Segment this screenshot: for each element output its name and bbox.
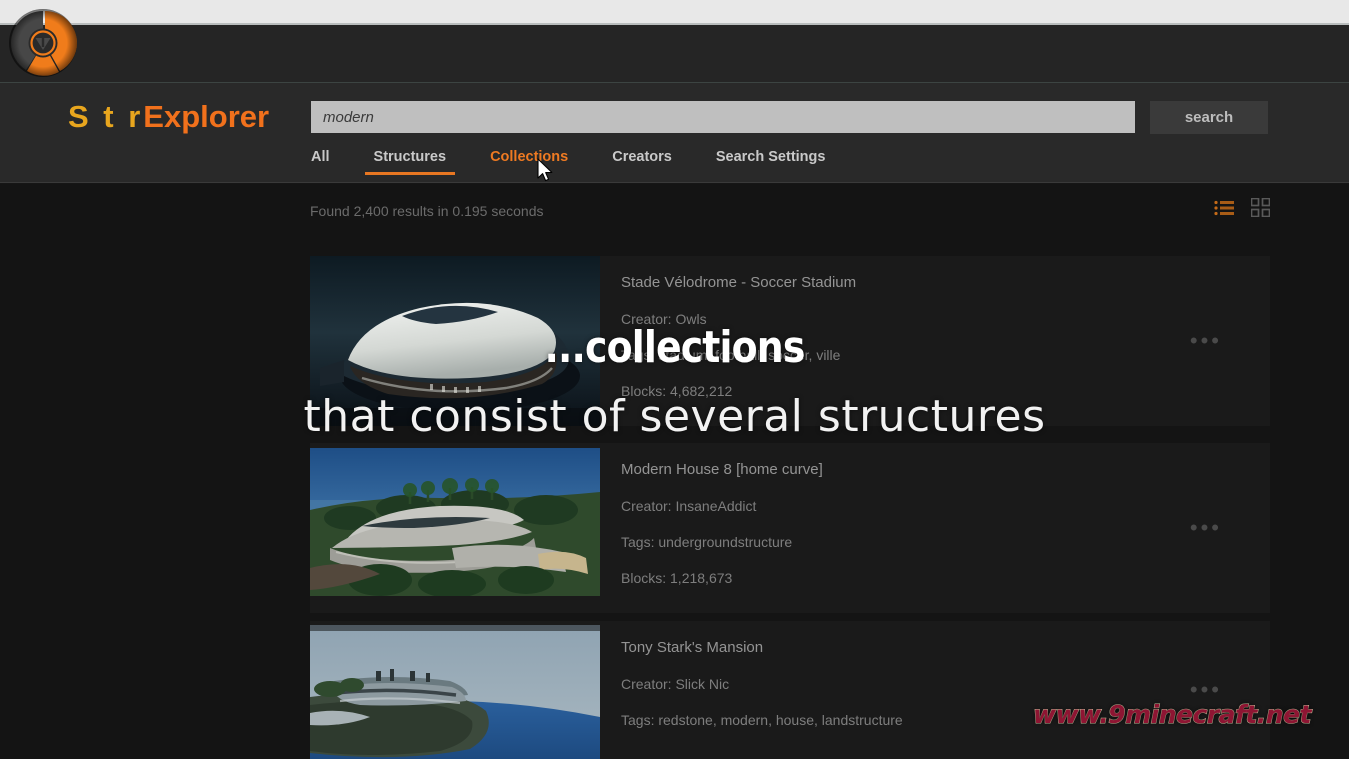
result-title: Modern House 8 [home curve]: [621, 461, 823, 478]
nav-item-search-settings[interactable]: Search Settings: [716, 146, 826, 175]
nav-item-all[interactable]: All: [311, 146, 330, 175]
modern-house-thumbnail[interactable]: [310, 448, 600, 596]
result-row[interactable]: Stade Vélodrome - Soccer Stadium Creator…: [310, 256, 1270, 426]
result-row[interactable]: Modern House 8 [home curve] Creator: Ins…: [310, 443, 1270, 613]
result-meta: Tony Stark's Mansion Creator: Slick Nic …: [621, 639, 903, 728]
result-title: Tony Stark's Mansion: [621, 639, 903, 656]
result-creator: Creator: InsaneAddict: [621, 498, 823, 514]
result-row[interactable]: Tony Stark's Mansion Creator: Slick Nic …: [310, 621, 1270, 759]
stadium-thumbnail[interactable]: [310, 256, 600, 426]
result-creator: Creator: Slick Nic: [621, 676, 903, 692]
cliff-mansion-thumbnail[interactable]: [310, 625, 600, 759]
result-creator: Creator: Owls: [621, 311, 856, 327]
result-tags: Tags: undergroundstructure: [621, 534, 823, 550]
result-meta: Stade Vélodrome - Soccer Stadium Creator…: [621, 274, 856, 399]
view-mode-toggles: [1214, 198, 1270, 217]
more-options-icon[interactable]: •••: [1190, 679, 1222, 701]
logo-svg: [6, 6, 80, 80]
result-blocks: Blocks: 1,218,673: [621, 570, 823, 586]
search-button[interactable]: search: [1150, 101, 1268, 134]
results-summary: Found 2,400 results in 0.195 seconds: [310, 203, 544, 219]
site-wordmark[interactable]: S t rExplorer: [68, 99, 269, 135]
wordmark-part-one: S t r: [68, 99, 143, 134]
grid-view-icon[interactable]: [1251, 198, 1270, 217]
site-watermark: www.9minecraft.net: [1033, 700, 1311, 729]
list-view-icon[interactable]: [1214, 200, 1234, 216]
results-toolbar: Found 2,400 results in 0.195 seconds: [310, 203, 1270, 229]
nav-item-creators[interactable]: Creators: [612, 146, 672, 175]
app-top-bar: [0, 25, 1349, 83]
browser-top-strip: [0, 0, 1349, 25]
result-blocks: Blocks: 4,682,212: [621, 383, 856, 399]
result-tags: Tags: redstone, modern, house, landstruc…: [621, 712, 903, 728]
result-tags: Tags: stadium, football, soccer, ville: [621, 347, 856, 363]
search-input[interactable]: [311, 101, 1135, 133]
main-nav: All Structures Collections Creators Sear…: [311, 146, 825, 175]
nav-item-structures[interactable]: Structures: [374, 146, 447, 175]
nav-item-collections[interactable]: Collections: [490, 146, 568, 175]
more-options-icon[interactable]: •••: [1190, 330, 1222, 352]
app-window: S t rExplorer search All Structures Coll…: [0, 0, 1349, 759]
result-meta: Modern House 8 [home curve] Creator: Ins…: [621, 461, 823, 586]
wordmark-part-two: Explorer: [143, 99, 269, 134]
str-explorer-logo-icon[interactable]: [6, 6, 80, 80]
result-title: Stade Vélodrome - Soccer Stadium: [621, 274, 856, 291]
more-options-icon[interactable]: •••: [1190, 517, 1222, 539]
